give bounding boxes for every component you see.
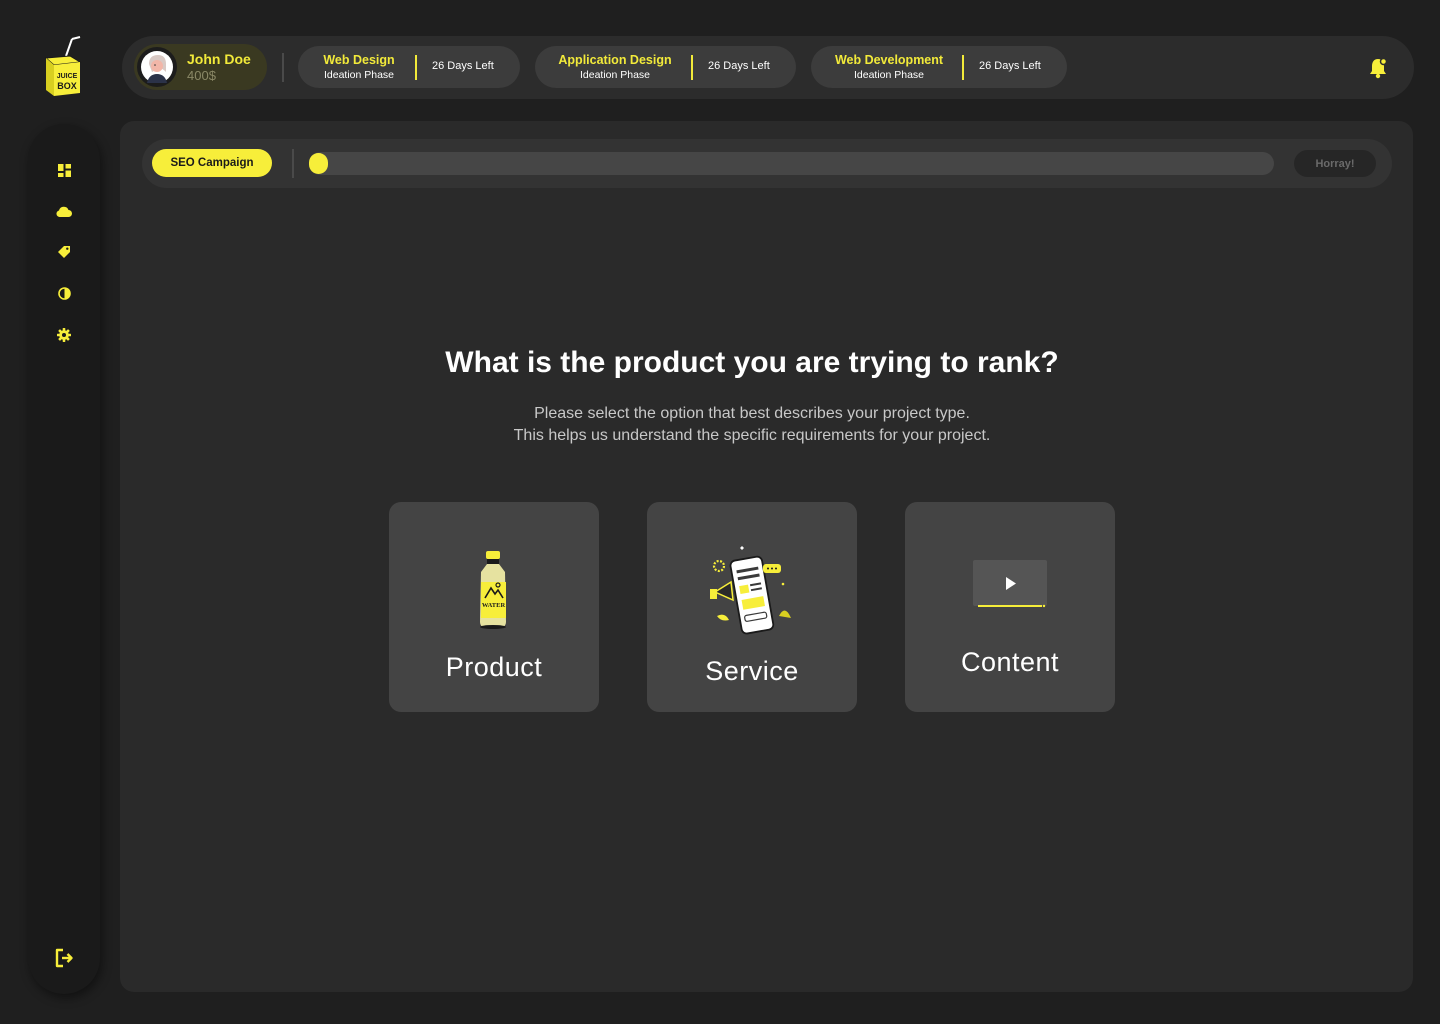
project-days-left: 26 Days Left	[979, 60, 1041, 72]
project-days-left: 26 Days Left	[708, 60, 770, 72]
user-name: John Doe	[187, 51, 251, 67]
sidebar	[28, 124, 100, 994]
project-separator	[962, 55, 964, 80]
water-bottle-icon: WATER	[480, 551, 506, 629]
sidebar-item-dashboard[interactable]	[54, 160, 74, 180]
dashboard-icon	[57, 163, 71, 177]
option-label: Service	[705, 656, 799, 686]
sidebar-item-tags[interactable]	[54, 242, 74, 262]
tag-icon	[58, 246, 70, 258]
main-panel: SEO Campaign Horray! What is the product…	[120, 121, 1413, 992]
sidebar-item-theme[interactable]	[54, 283, 74, 303]
logo-text-bottom: BOX	[57, 81, 77, 91]
project-title: Web Development	[834, 53, 944, 67]
project-separator	[415, 55, 417, 80]
option-label: Content	[960, 647, 1060, 677]
logout-button[interactable]	[52, 946, 76, 970]
project-web-development[interactable]: Web Development Ideation Phase 26 Days L…	[811, 46, 1067, 88]
cloud-icon	[56, 206, 72, 217]
campaign-progress-bar: SEO Campaign Horray!	[142, 139, 1392, 188]
progress-track	[309, 152, 1274, 175]
campaign-name-button[interactable]: SEO Campaign	[152, 149, 272, 177]
project-phase: Ideation Phase	[323, 69, 395, 81]
option-content-card[interactable]: Content	[905, 502, 1115, 712]
progress-fill	[309, 153, 329, 174]
question-heading: What is the product you are trying to ra…	[445, 346, 1059, 379]
divider	[292, 149, 294, 178]
project-application-design[interactable]: Application Design Ideation Phase 26 Day…	[535, 46, 796, 88]
option-label: Product	[445, 652, 543, 682]
description-line-2: This helps us understand the specific re…	[513, 427, 991, 444]
juice-box-logo[interactable]: JUICE BOX	[40, 36, 86, 98]
gear-icon	[57, 328, 71, 342]
project-days-left: 26 Days Left	[432, 60, 494, 72]
horray-button[interactable]: Horray!	[1294, 150, 1376, 177]
logo-text-top: JUICE	[57, 73, 78, 80]
mobile-marketing-icon	[710, 546, 791, 635]
avatar	[137, 47, 177, 87]
top-bar: John Doe 400$ Web Design Ideation Phase …	[122, 36, 1414, 99]
bell-icon	[1370, 57, 1388, 79]
option-product-card[interactable]: WATER Product	[389, 502, 599, 712]
project-phase: Ideation Phase	[853, 69, 925, 81]
video-player-icon	[973, 560, 1047, 608]
project-phase: Ideation Phase	[579, 69, 651, 81]
logout-icon	[55, 948, 73, 968]
description-line-1: Please select the option that best descr…	[534, 405, 970, 422]
option-service-card[interactable]: Service	[647, 502, 857, 712]
bottle-label: WATER	[482, 602, 506, 609]
project-separator	[691, 55, 693, 80]
divider	[282, 53, 284, 82]
project-web-design[interactable]: Web Design Ideation Phase 26 Days Left	[298, 46, 520, 88]
contrast-icon	[57, 286, 71, 300]
user-balance: 400$	[187, 68, 216, 83]
project-title: Web Design	[323, 53, 395, 67]
question-description: Please select the option that best descr…	[120, 403, 1384, 447]
notification-button[interactable]	[1368, 57, 1388, 79]
user-profile[interactable]: John Doe 400$	[134, 44, 267, 90]
sidebar-item-settings[interactable]	[54, 325, 74, 345]
project-title: Application Design	[558, 53, 672, 67]
sidebar-item-cloud[interactable]	[54, 201, 74, 221]
